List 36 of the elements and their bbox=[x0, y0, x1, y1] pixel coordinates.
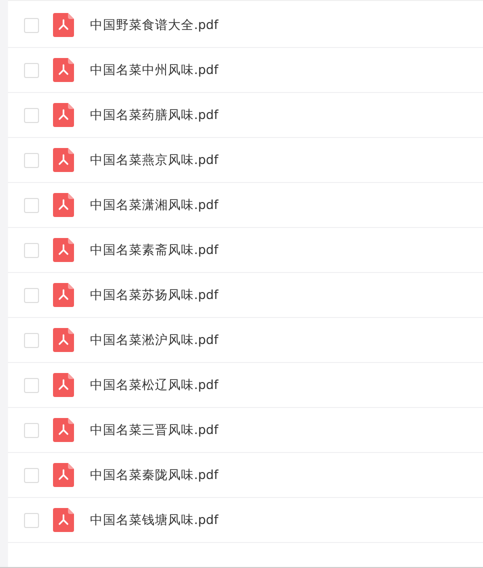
checkbox[interactable] bbox=[24, 242, 39, 258]
file-name[interactable]: 中国名菜钱塘风味.pdf bbox=[90, 512, 218, 528]
file-name[interactable]: 中国名菜松辽风味.pdf bbox=[90, 376, 218, 394]
file-name[interactable]: 中国野菜食谱大全.pdf bbox=[90, 16, 218, 34]
file-name[interactable]: 中国名菜秦陇风味.pdf bbox=[90, 466, 218, 484]
checkbox[interactable] bbox=[24, 422, 39, 438]
pdf-file-icon bbox=[53, 58, 74, 82]
pdf-file-icon bbox=[53, 103, 74, 127]
checkbox[interactable] bbox=[24, 152, 39, 168]
file-name[interactable]: 中国名菜中州风味.pdf bbox=[90, 62, 218, 78]
pdf-file-icon bbox=[53, 13, 74, 37]
pdf-file-icon bbox=[53, 148, 74, 172]
file-name[interactable]: 中国名菜潇湘风味.pdf bbox=[90, 196, 218, 214]
checkbox[interactable] bbox=[24, 108, 39, 122]
file-name[interactable]: 中国名菜淞沪风味.pdf bbox=[90, 332, 218, 348]
file-name[interactable]: 中国名菜药膳风味.pdf bbox=[90, 106, 218, 124]
pdf-file-icon bbox=[53, 463, 74, 487]
pdf-file-icon bbox=[53, 418, 74, 442]
pdf-file-icon bbox=[53, 193, 74, 217]
pdf-file-icon bbox=[53, 283, 74, 307]
pdf-file-icon bbox=[53, 508, 74, 532]
file-name[interactable]: 中国名菜素斋风味.pdf bbox=[90, 242, 218, 258]
file-name[interactable]: 中国名菜燕京风味.pdf bbox=[90, 152, 218, 168]
checkbox[interactable] bbox=[24, 288, 39, 302]
pdf-file-icon bbox=[53, 328, 74, 352]
checkbox[interactable] bbox=[24, 198, 39, 212]
pdf-file-icon bbox=[53, 373, 74, 397]
checkbox[interactable] bbox=[24, 468, 39, 482]
checkbox[interactable] bbox=[24, 332, 39, 348]
file-name[interactable]: 中国名菜苏扬风味.pdf bbox=[90, 286, 218, 304]
checkbox[interactable] bbox=[24, 512, 39, 528]
checkbox[interactable] bbox=[24, 18, 39, 32]
checkbox[interactable] bbox=[24, 378, 39, 392]
pdf-file-icon bbox=[53, 238, 74, 262]
checkbox[interactable] bbox=[24, 62, 39, 78]
file-name[interactable]: 中国名菜三晋风味.pdf bbox=[90, 422, 218, 438]
